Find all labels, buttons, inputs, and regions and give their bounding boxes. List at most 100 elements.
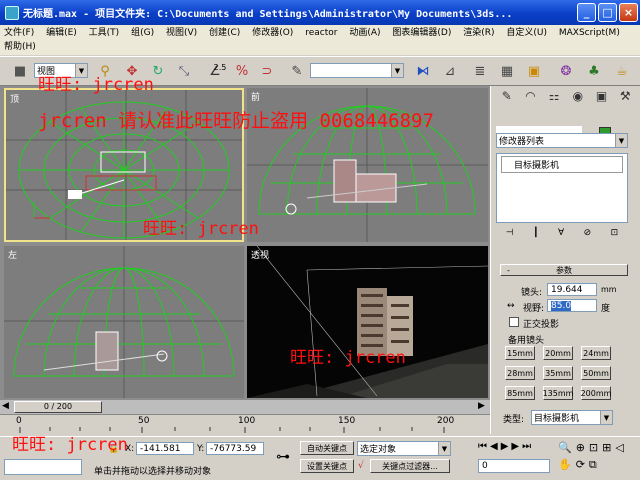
lens-200mm-button[interactable]: 200mm xyxy=(581,386,611,400)
lens-15mm-button[interactable]: 15mm xyxy=(505,346,535,360)
snap-value: 2.5 xyxy=(213,62,227,72)
command-tabs: ✎ ◠ ⚏ ◉ ▣ ⚒ xyxy=(495,89,637,109)
watermark-1: 旺旺: jrcren xyxy=(38,75,154,95)
goto-start-icon[interactable]: ⏮ xyxy=(478,441,487,452)
named-selection-combo[interactable]: ▼ xyxy=(310,63,404,78)
orbit-icon[interactable]: ⟳ xyxy=(576,458,585,472)
menu-tools[interactable]: 工具(T) xyxy=(89,26,120,40)
mirror-icon[interactable]: ⧑ xyxy=(413,61,433,81)
menu-modifiers[interactable]: 修改器(O) xyxy=(252,26,293,40)
time-slider[interactable]: 0 / 200 ◀ ▶ xyxy=(0,400,490,414)
time-slider-thumb[interactable]: 0 / 200 xyxy=(14,401,102,413)
lens-85mm-button[interactable]: 85mm xyxy=(505,386,535,400)
lens-28mm-button[interactable]: 28mm xyxy=(505,366,535,380)
remove-modifier-icon[interactable]: ⊘ xyxy=(584,228,592,242)
hierarchy-tab-icon[interactable]: ⚏ xyxy=(542,89,566,109)
quick-render-icon[interactable]: ☕ xyxy=(612,61,632,81)
menu-customize[interactable]: 自定义(U) xyxy=(506,26,547,40)
lens-35mm-button[interactable]: 35mm xyxy=(543,366,573,380)
configure-sets-icon[interactable]: ⊡ xyxy=(611,228,619,242)
set-key-button[interactable]: 设置关键点 xyxy=(300,459,354,473)
play-icon[interactable]: ▶ xyxy=(501,441,509,452)
lens-input[interactable]: 19.644 xyxy=(547,283,597,296)
menu-edit[interactable]: 编辑(E) xyxy=(46,26,77,40)
lens-24mm-button[interactable]: 24mm xyxy=(581,346,611,360)
menu-create[interactable]: 创建(C) xyxy=(209,26,240,40)
lens-20mm-button[interactable]: 20mm xyxy=(543,346,573,360)
menu-reactor[interactable]: reactor xyxy=(305,26,337,40)
schematic-icon[interactable]: ▣ xyxy=(524,61,544,81)
fov-direction-icon[interactable]: ↔ xyxy=(507,301,515,311)
menu-help[interactable]: 帮助(H) xyxy=(4,40,36,54)
command-panel: ✎ ◠ ⚏ ◉ ▣ ⚒ 修改器列表 ▼ 目标摄影机 ⊣ ┃ ∀ ⊘ ⊡ - 参数 … xyxy=(490,86,640,434)
parameters-rollout-header[interactable]: - 参数 xyxy=(500,264,628,276)
modifier-stack[interactable]: 目标摄影机 xyxy=(496,153,628,223)
playback-controls: ⏮ ◀ ▶ ▶ ⏭ xyxy=(478,441,531,452)
goto-end-icon[interactable]: ⏭ xyxy=(522,441,531,452)
camera-type-combo[interactable]: 目标摄影机 ▼ xyxy=(531,410,613,425)
fov-icon[interactable]: ◁ xyxy=(615,441,623,454)
maximize-viewport-icon[interactable]: ⧉ xyxy=(589,458,597,472)
next-key-icon[interactable]: ▶ xyxy=(511,441,519,452)
percent-snap-icon[interactable]: % xyxy=(232,61,252,81)
key-mode-icon[interactable]: ⊶ xyxy=(276,449,290,465)
ortho-label: 正交投影 xyxy=(523,320,560,330)
tick-label-100: 100 xyxy=(238,416,256,426)
prev-frame-icon[interactable]: ◀ xyxy=(2,401,9,411)
stack-controls: ⊣ ┃ ∀ ⊘ ⊡ xyxy=(496,228,628,242)
modifier-list-combo[interactable]: 修改器列表 ▼ xyxy=(496,133,628,148)
maximize-button[interactable]: □ xyxy=(598,3,617,22)
fov-input[interactable]: 85.0 xyxy=(547,299,597,312)
modify-tab-icon[interactable]: ◠ xyxy=(519,89,543,109)
auto-key-button[interactable]: 自动关键点 xyxy=(300,441,354,455)
pin-stack-icon[interactable]: ⊣ xyxy=(506,228,514,242)
viewport-perspective[interactable]: 透视 xyxy=(247,246,488,398)
viewport-left[interactable]: 左 xyxy=(4,246,244,398)
current-frame-field[interactable]: 0 xyxy=(478,459,550,473)
prev-key-icon[interactable]: ◀ xyxy=(490,441,498,452)
make-unique-icon[interactable]: ∀ xyxy=(558,228,564,242)
select-object-icon[interactable]: ■ xyxy=(10,61,30,81)
stock-lenses-title: 备用镜头 xyxy=(508,336,545,346)
motion-tab-icon[interactable]: ◉ xyxy=(566,89,590,109)
menu-maxscript[interactable]: MAXScript(M) xyxy=(559,26,620,40)
title-bar: 无标题.max - 项目文件夹: C:\Documents and Settin… xyxy=(0,0,640,25)
material-editor-icon[interactable]: ❂ xyxy=(556,61,576,81)
x-coordinate-field[interactable]: -141.581 xyxy=(136,442,194,455)
zoom-extents-icon[interactable]: ⊡ xyxy=(589,441,598,454)
named-selection-icon[interactable]: ✎ xyxy=(287,61,307,81)
curve-editor-icon[interactable]: ▦ xyxy=(497,61,517,81)
show-end-result-icon[interactable]: ┃ xyxy=(533,228,538,242)
display-tab-icon[interactable]: ▣ xyxy=(590,89,614,109)
stack-item-target-camera[interactable]: 目标摄影机 xyxy=(501,156,623,173)
key-filters-button[interactable]: 关键点过滤器... xyxy=(370,459,450,473)
maxscript-listener[interactable] xyxy=(4,459,82,475)
menu-file[interactable]: 文件(F) xyxy=(4,26,34,40)
spinner-snap-icon[interactable]: ⊃ xyxy=(257,61,277,81)
tick-label-150: 150 xyxy=(338,416,356,426)
y-coordinate-field[interactable]: -76773.59 xyxy=(206,442,264,455)
render-setup-icon[interactable]: ♣ xyxy=(584,61,604,81)
close-button[interactable]: × xyxy=(619,3,638,22)
scale-icon[interactable]: ⤡ xyxy=(174,61,194,81)
menu-views[interactable]: 视图(V) xyxy=(166,26,197,40)
lens-135mm-button[interactable]: 135mm xyxy=(543,386,573,400)
key-selection-combo[interactable]: 选定对象 ▼ xyxy=(357,441,451,456)
zoom-icon[interactable]: 🔍 xyxy=(558,441,572,454)
zoom-all-icon[interactable]: ⊕ xyxy=(576,441,585,454)
key-filter-icon: √ xyxy=(358,461,364,471)
orthographic-checkbox[interactable] xyxy=(509,317,519,327)
align-icon[interactable]: ⊿ xyxy=(440,61,460,81)
zoom-extents-all-icon[interactable]: ⊞ xyxy=(602,441,611,454)
create-tab-icon[interactable]: ✎ xyxy=(495,89,519,109)
next-frame-icon[interactable]: ▶ xyxy=(478,401,485,411)
menu-rendering[interactable]: 渲染(R) xyxy=(463,26,494,40)
menu-group[interactable]: 组(G) xyxy=(131,26,154,40)
pan-icon[interactable]: ✋ xyxy=(558,458,572,472)
menu-graph-editors[interactable]: 图表编辑器(D) xyxy=(392,26,451,40)
layer-icon[interactable]: ≣ xyxy=(470,61,490,81)
utility-tab-icon[interactable]: ⚒ xyxy=(613,89,637,109)
minimize-button[interactable]: _ xyxy=(577,3,596,22)
lens-50mm-button[interactable]: 50mm xyxy=(581,366,611,380)
menu-animation[interactable]: 动画(A) xyxy=(349,26,380,40)
